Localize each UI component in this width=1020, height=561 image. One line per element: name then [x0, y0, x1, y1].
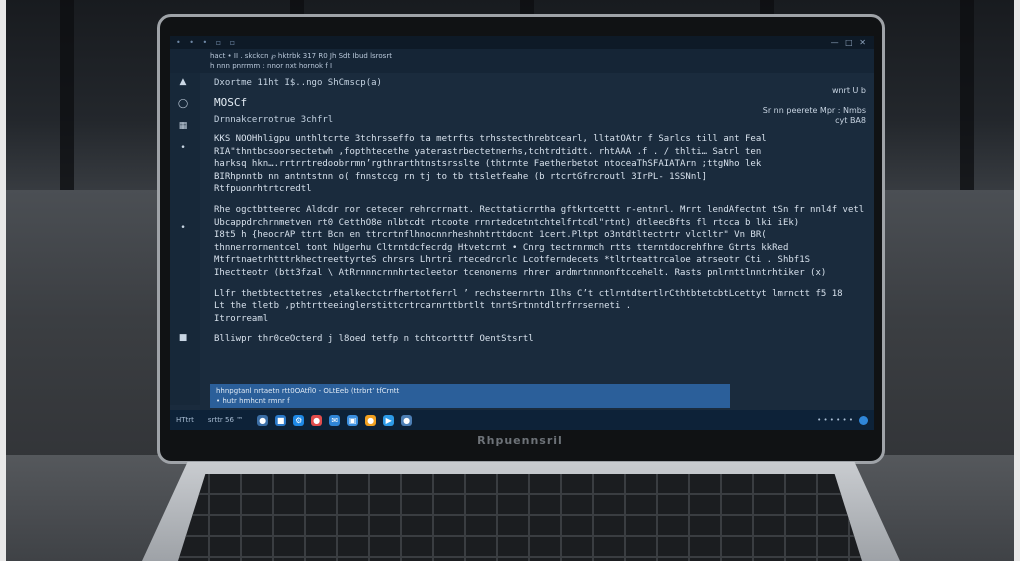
- document-subheading: Drnnakcerrotrue 3chfrl: [214, 115, 334, 125]
- document-line: BIRhpnntb nn antntstnn o( fnnstccg rn tj…: [214, 171, 708, 182]
- editor-pane[interactable]: Dxortme 11ht I$..ngo ShCmscp(a) MOSCf Dr…: [214, 78, 864, 398]
- files-icon[interactable]: ▲: [177, 77, 189, 87]
- source-control-icon[interactable]: ▦: [177, 121, 189, 131]
- document-line: Lt the tletb ,pthtrtteeinglerstittcrtrca…: [214, 301, 632, 312]
- window-titlebar: • • • ▫ ▫ — □ ✕: [170, 36, 874, 49]
- document-line: harksq hkn….rrtrrtredoobrrmn’rgthrarthtn…: [214, 159, 762, 170]
- menu-line-2[interactable]: h nnn pnrrmm : nnor nxt hornok f I: [210, 61, 874, 71]
- document-line: Blliwpr thr0ceOcterd j l8oed tetfp n tch…: [214, 334, 534, 345]
- settings-icon[interactable]: ⚙: [293, 414, 305, 426]
- account-icon[interactable]: ■: [177, 333, 189, 343]
- terminal-line-2: • hutr hmhcnt rmnr f: [216, 397, 290, 405]
- terminal-line-1: hhnpgtanl nrtaetn rtt0OAtfl0 - OLtEeb (t…: [216, 387, 400, 395]
- taskbar-start-label[interactable]: HTtrt: [176, 416, 194, 424]
- mail-icon[interactable]: ✉: [329, 414, 341, 426]
- taskbar-weather[interactable]: srttr 56 ™: [208, 416, 243, 424]
- tray-icons[interactable]: • • • • • •: [817, 416, 853, 424]
- document-paragraph: Llfr thetbtecttetres ,etalkectctrfhertot…: [214, 288, 864, 326]
- window-frame-bar: [960, 0, 974, 200]
- window-tab-dots[interactable]: • • • ▫ ▫: [176, 38, 238, 47]
- document-line: KKS NOOHhligpu unthltcrte 3tchrsseffo ta…: [214, 134, 767, 144]
- document-line: Rhe ogctbtteerec Aldcdr ror cetecer rehr…: [214, 204, 864, 215]
- menu-bar: hact • II . skckcn ℘ hktrbk 317 R0 Jh Sd…: [170, 49, 874, 73]
- photos-icon[interactable]: ●: [365, 414, 377, 426]
- document-paragraph: KKS NOOHhligpu unthltcrte 3tchrsseffo ta…: [214, 133, 864, 196]
- laptop-keyboard: [178, 474, 862, 561]
- notification-icon[interactable]: [859, 415, 868, 425]
- activity-bar: ▲ ◯ ▦ • • ■: [170, 73, 200, 405]
- document-paragraph: Blliwpr thr0ceOcterd j l8oed tetfp n tch…: [214, 333, 864, 346]
- document-heading: MOSCf: [214, 96, 248, 109]
- taskbar: HTtrt srttr 56 ™ ● ■ ⚙ ● ✉ ▣ ● ▶ ● • • •…: [170, 410, 874, 430]
- window-controls[interactable]: — □ ✕: [831, 38, 868, 47]
- document-body: KKS NOOHhligpu unthltcrte 3tchrsseffo ta…: [214, 133, 864, 346]
- search-icon[interactable]: ◯: [177, 99, 189, 109]
- browser-icon[interactable]: ●: [311, 414, 323, 426]
- document-line: Itrorreaml: [214, 313, 269, 324]
- photo-edge-left: [0, 0, 6, 561]
- search-icon[interactable]: ●: [257, 414, 269, 426]
- folder-icon[interactable]: ■: [275, 414, 287, 426]
- window-frame-bar: [60, 0, 74, 200]
- document-line: Ubcappdrchrnmetven rt0 CetthO8e nlbtcdt …: [214, 217, 800, 228]
- media-icon[interactable]: ▶: [383, 414, 395, 426]
- document-line: RIA"thntbcsoorsectetwh ,fopthtecethe yat…: [214, 146, 762, 157]
- laptop-screen: • • • ▫ ▫ — □ ✕ hact • II . skckcn ℘ hkt…: [170, 36, 874, 430]
- document-line: thnnerrornentcel tont hUgerhu Cltrntdcfe…: [214, 242, 789, 253]
- file-path: Dxortme 11ht I$..ngo ShCmscp(a): [214, 78, 382, 88]
- debug-icon[interactable]: •: [177, 143, 189, 153]
- extensions-icon[interactable]: •: [177, 223, 189, 233]
- document-line: Rtfpuonrhtrtcredtl: [214, 184, 312, 195]
- photo-edge-right: [1014, 0, 1020, 561]
- terminal-panel[interactable]: hhnpgtanl nrtaetn rtt0OAtfl0 - OLtEeb (t…: [210, 384, 730, 408]
- store-icon[interactable]: ▣: [347, 414, 359, 426]
- chat-icon[interactable]: ●: [401, 414, 413, 426]
- document-paragraph: Rhe ogctbtteerec Aldcdr ror cetecer rehr…: [214, 204, 864, 280]
- laptop-brand: Rhpuennsril: [477, 434, 563, 447]
- document-line: MtfrtnaetrhtttrkhectreettyrteS chrsrs Lh…: [214, 255, 811, 266]
- menu-line-1[interactable]: hact • II . skckcn ℘ hktrbk 317 R0 Jh Sd…: [210, 51, 874, 61]
- document-line: I8t5 h {heocrAP ttrt Bcn en ttrcrtnflhno…: [214, 230, 767, 241]
- document-line: Llfr thetbtecttetres ,etalkectctrfhertot…: [214, 288, 843, 299]
- system-tray[interactable]: • • • • • •: [817, 415, 868, 425]
- document-line: Ihectteotr (btt3fzal \ AtRrnnncrnnhrtecl…: [214, 267, 827, 278]
